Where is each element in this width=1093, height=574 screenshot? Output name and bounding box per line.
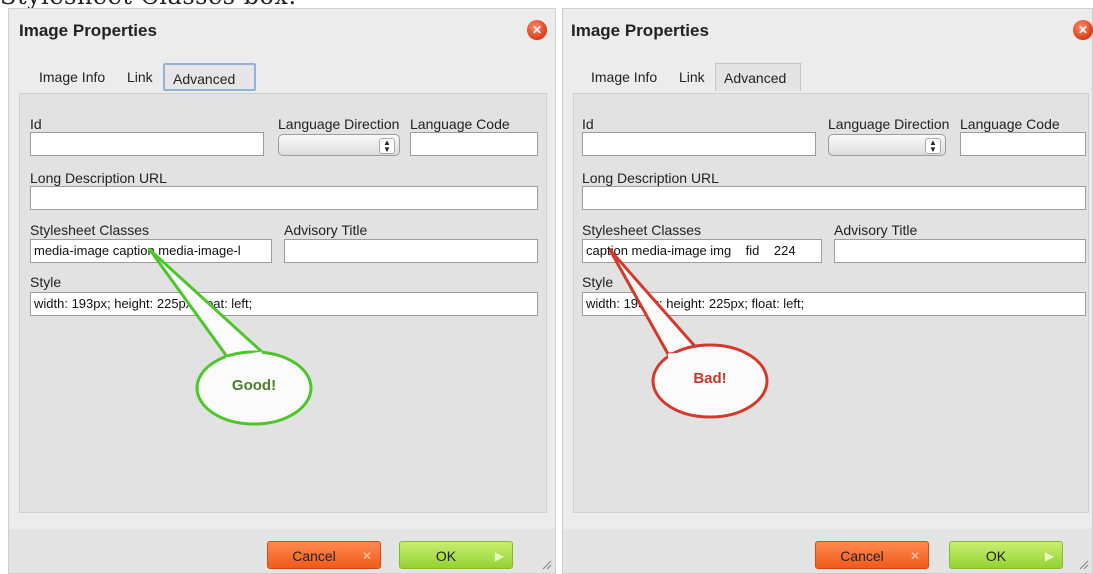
style-field[interactable]: width: 193px; height: 225px; float: left… (30, 292, 538, 316)
select-arrows-icon: ▲ ▼ (925, 138, 941, 154)
ok-label: OK (985, 548, 1007, 564)
image-properties-dialog-good: Image Properties ✕ Image Info Link Advan… (8, 8, 556, 574)
cancel-x-icon: ✕ (909, 549, 920, 563)
select-arrows-icon: ▲ ▼ (379, 138, 395, 154)
button-bar: Cancel ✕ OK ▶ (563, 529, 1092, 573)
language-direction-label: Language Direction (828, 116, 950, 132)
id-field[interactable] (30, 132, 264, 156)
bad-callout: Bad! (655, 347, 765, 415)
language-direction-select[interactable]: ▲ ▼ (828, 134, 946, 156)
good-callout: Good! (199, 354, 309, 422)
language-direction-select[interactable]: ▲ ▼ (278, 134, 400, 156)
advisory-title-field[interactable] (834, 239, 1086, 263)
tab-link[interactable]: Link (127, 63, 153, 91)
language-code-field[interactable] (960, 132, 1086, 156)
ok-label: OK (435, 548, 457, 564)
ok-button[interactable]: OK ▶ (399, 541, 513, 569)
style-label: Style (582, 274, 614, 290)
advisory-title-field[interactable] (284, 239, 538, 263)
close-icon[interactable]: ✕ (1073, 20, 1093, 40)
cancel-label: Cancel (840, 548, 884, 564)
id-field[interactable] (582, 132, 816, 156)
long-description-field[interactable] (582, 186, 1086, 210)
advisory-title-label: Advisory Title (284, 222, 368, 238)
cancel-button[interactable]: Cancel ✕ (815, 541, 929, 569)
cancel-button[interactable]: Cancel ✕ (267, 541, 381, 569)
long-description-label: Long Description URL (582, 170, 719, 186)
long-description-label: Long Description URL (30, 170, 167, 186)
tab-advanced[interactable]: Advanced (715, 63, 801, 91)
stylesheet-classes-label: Stylesheet Classes (30, 222, 150, 238)
tab-link[interactable]: Link (679, 63, 705, 91)
ok-arrow-icon: ▶ (1044, 549, 1054, 563)
button-bar: Cancel ✕ OK ▶ (9, 529, 555, 573)
close-icon[interactable]: ✕ (527, 20, 547, 40)
tab-image-info[interactable]: Image Info (39, 63, 105, 91)
tab-advanced[interactable]: Advanced (163, 63, 256, 91)
language-direction-label: Language Direction (278, 116, 400, 132)
stylesheet-classes-field[interactable]: media-image caption media-image-l (30, 239, 272, 263)
resize-grip-icon[interactable] (1077, 558, 1089, 570)
stylesheet-classes-field[interactable]: caption media-image img fid 224 (582, 239, 822, 263)
style-label: Style (30, 274, 62, 290)
dialog-title: Image Properties (571, 21, 709, 40)
stylesheet-classes-label: Stylesheet Classes (582, 222, 702, 238)
resize-grip-icon[interactable] (540, 558, 552, 570)
cancel-label: Cancel (292, 548, 336, 564)
tab-image-info[interactable]: Image Info (591, 63, 657, 91)
long-description-field[interactable] (30, 186, 538, 210)
language-code-label: Language Code (410, 116, 510, 132)
ok-button[interactable]: OK ▶ (949, 541, 1063, 569)
language-code-field[interactable] (410, 132, 538, 156)
style-field[interactable]: width: 193px; height: 225px; float: left… (582, 292, 1086, 316)
advisory-title-label: Advisory Title (834, 222, 918, 238)
id-label: Id (582, 116, 594, 132)
advanced-panel: Id Language Direction ▲ ▼ Language Code L… (19, 93, 547, 513)
advanced-panel: Id Language Direction ▲ ▼ Language Code L… (573, 93, 1089, 513)
cancel-x-icon: ✕ (361, 549, 372, 563)
dialog-title: Image Properties (19, 21, 157, 40)
ok-arrow-icon: ▶ (494, 549, 504, 563)
id-label: Id (30, 116, 42, 132)
language-code-label: Language Code (960, 116, 1060, 132)
image-properties-dialog-bad: Image Properties ✕ Image Info Link Advan… (562, 8, 1093, 574)
